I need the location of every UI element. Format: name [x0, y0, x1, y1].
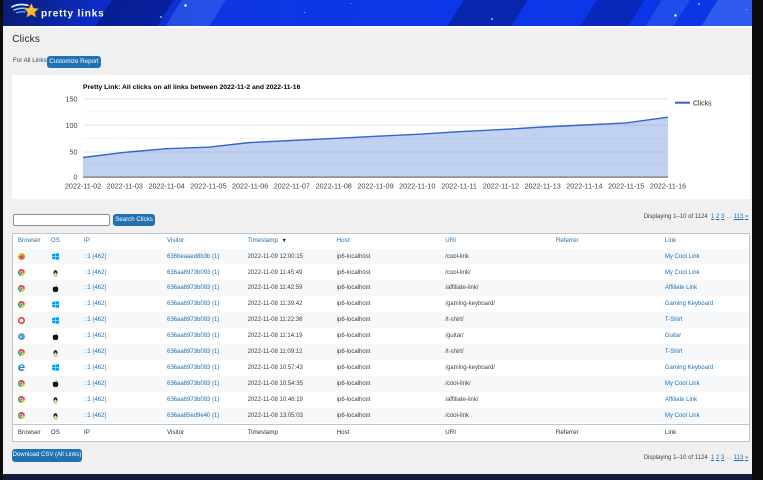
- svg-text:Clicks: Clicks: [693, 101, 712, 108]
- svg-text:0: 0: [74, 173, 78, 182]
- svg-text:100: 100: [66, 121, 78, 130]
- svg-text:50: 50: [70, 148, 78, 157]
- svg-text:2022-11-12: 2022-11-12: [483, 182, 519, 191]
- svg-text:2022-11-10: 2022-11-10: [399, 182, 435, 191]
- svg-text:2022-11-07: 2022-11-07: [274, 182, 310, 191]
- svg-text:2022-11-11: 2022-11-11: [441, 182, 477, 191]
- svg-text:150: 150: [66, 95, 78, 104]
- svg-text:2022-11-13: 2022-11-13: [524, 182, 560, 191]
- svg-text:2022-11-14: 2022-11-14: [566, 182, 602, 191]
- svg-text:2022-11-06: 2022-11-06: [232, 182, 268, 191]
- svg-text:2022-11-16: 2022-11-16: [650, 182, 686, 191]
- svg-text:2022-11-03: 2022-11-03: [107, 182, 143, 191]
- svg-text:2022-11-09: 2022-11-09: [357, 182, 393, 191]
- svg-text:Pretty Link: All clicks on all: Pretty Link: All clicks on all links bet…: [83, 84, 301, 91]
- svg-text:pretty links: pretty links: [41, 8, 105, 19]
- svg-text:2022-11-04: 2022-11-04: [148, 182, 184, 191]
- svg-text:2022-11-02: 2022-11-02: [65, 182, 101, 191]
- svg-text:2022-11-15: 2022-11-15: [608, 182, 644, 191]
- svg-text:2022-11-05: 2022-11-05: [190, 182, 226, 191]
- svg-text:2022-11-08: 2022-11-08: [316, 182, 352, 191]
